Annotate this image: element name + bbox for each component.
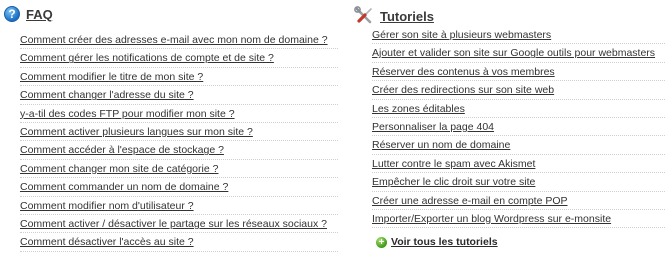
faq-link[interactable]: Comment activer plusieurs langues sur mo… xyxy=(20,126,253,138)
tutorial-link[interactable]: Lutter contre le spam avec Akismet xyxy=(372,158,535,170)
faq-link[interactable]: Comment modifier le titre de mon site ? xyxy=(20,71,203,83)
tutorial-item: Ajouter et valider son site sur Google o… xyxy=(372,44,665,63)
faq-link[interactable]: Comment modifier nom d'utilisateur ? xyxy=(20,200,194,212)
tutorial-item: Réserver un nom de domaine xyxy=(372,136,665,155)
faq-item: Comment gérer les notifications de compt… xyxy=(20,49,338,68)
tutorial-item: Lutter contre le spam avec Akismet xyxy=(372,155,665,174)
tools-icon xyxy=(354,6,372,24)
tutorials-title[interactable]: Tutoriels xyxy=(380,9,434,24)
faq-item: Comment modifier le titre de mon site ? xyxy=(20,68,338,87)
faq-link[interactable]: Comment changer l'adresse du site ? xyxy=(20,89,194,101)
faq-item: Comment changer l'adresse du site ? xyxy=(20,86,338,105)
faq-link[interactable]: Comment accéder à l'espace de stockage ? xyxy=(20,144,224,156)
faq-link[interactable]: y-a-til des codes FTP pour modifier mon … xyxy=(20,108,235,120)
tutorial-link[interactable]: Créer des redirections sur son site web xyxy=(372,84,554,96)
faq-item: Comment changer mon site de catégorie ? xyxy=(20,160,338,179)
tutorial-item: Créer une adresse e-mail en compte POP xyxy=(372,192,665,210)
see-all-tutorials: + Voir tous les tutoriels xyxy=(376,236,498,248)
tutorial-item: Importer/Exporter un blog Wordpress sur … xyxy=(372,210,665,229)
tutorial-item: Personnaliser la page 404 xyxy=(372,118,665,137)
faq-section: ? FAQ Comment créer des adresses e-mail … xyxy=(0,0,344,256)
faq-item: y-a-til des codes FTP pour modifier mon … xyxy=(20,105,338,123)
faq-link[interactable]: Comment désactiver l'accès au site ? xyxy=(20,236,194,248)
faq-item: Comment créer des adresses e-mail avec m… xyxy=(20,31,338,50)
tutorials-list: Gérer son site à plusieurs webmasters Ajo… xyxy=(372,26,665,229)
faq-link[interactable]: Comment changer mon site de catégorie ? xyxy=(20,163,218,175)
tutorial-item: Empêcher le clic droit sur votre site xyxy=(372,173,665,192)
faq-item: Comment modifier nom d'utilisateur ? xyxy=(20,197,338,215)
see-all-tutorials-link[interactable]: Voir tous les tutoriels xyxy=(391,236,498,248)
faq-header: ? FAQ xyxy=(4,6,53,22)
faq-item: Comment activer plusieurs langues sur mo… xyxy=(20,123,338,142)
faq-link[interactable]: Comment créer des adresses e-mail avec m… xyxy=(20,34,328,46)
faq-item: Comment commander un nom de domaine ? xyxy=(20,178,338,197)
tutorial-link[interactable]: Gérer son site à plusieurs webmasters xyxy=(372,29,551,41)
tutorial-item: Réserver des contenus à vos membres xyxy=(372,63,665,82)
faq-item: Comment accéder à l'espace de stockage ? xyxy=(20,141,338,160)
tutorials-section: Tutoriels Gérer son site à plusieurs web… xyxy=(350,0,665,256)
help-question-icon: ? xyxy=(4,6,20,22)
faq-item: Comment activer / désactiver le partage … xyxy=(20,215,338,234)
tutorial-link[interactable]: Réserver un nom de domaine xyxy=(372,139,510,151)
tutorial-link[interactable]: Importer/Exporter un blog Wordpress sur … xyxy=(372,213,611,225)
faq-link[interactable]: Comment commander un nom de domaine ? xyxy=(20,181,228,193)
tutorial-item: Gérer son site à plusieurs webmasters xyxy=(372,26,665,45)
tutorial-link[interactable]: Empêcher le clic droit sur votre site xyxy=(372,176,535,188)
plus-circle-icon: + xyxy=(376,236,387,248)
tutorial-link[interactable]: Réserver des contenus à vos membres xyxy=(372,66,555,78)
tutorial-link[interactable]: Ajouter et valider son site sur Google o… xyxy=(372,47,655,59)
tutorial-link[interactable]: Les zones éditables xyxy=(372,103,465,115)
faq-title[interactable]: FAQ xyxy=(26,7,53,22)
faq-link[interactable]: Comment gérer les notifications de compt… xyxy=(20,52,274,64)
tutorial-link[interactable]: Personnaliser la page 404 xyxy=(372,121,494,133)
tutorial-item: Les zones éditables xyxy=(372,100,665,118)
tutorials-header: Tutoriels xyxy=(354,6,434,26)
tutorial-link[interactable]: Créer une adresse e-mail en compte POP xyxy=(372,195,568,207)
faq-item: Comment désactiver l'accès au site ? xyxy=(20,233,338,252)
faq-list: Comment créer des adresses e-mail avec m… xyxy=(20,31,338,252)
faq-link[interactable]: Comment activer / désactiver le partage … xyxy=(20,218,327,230)
tutorial-item: Créer des redirections sur son site web xyxy=(372,81,665,100)
